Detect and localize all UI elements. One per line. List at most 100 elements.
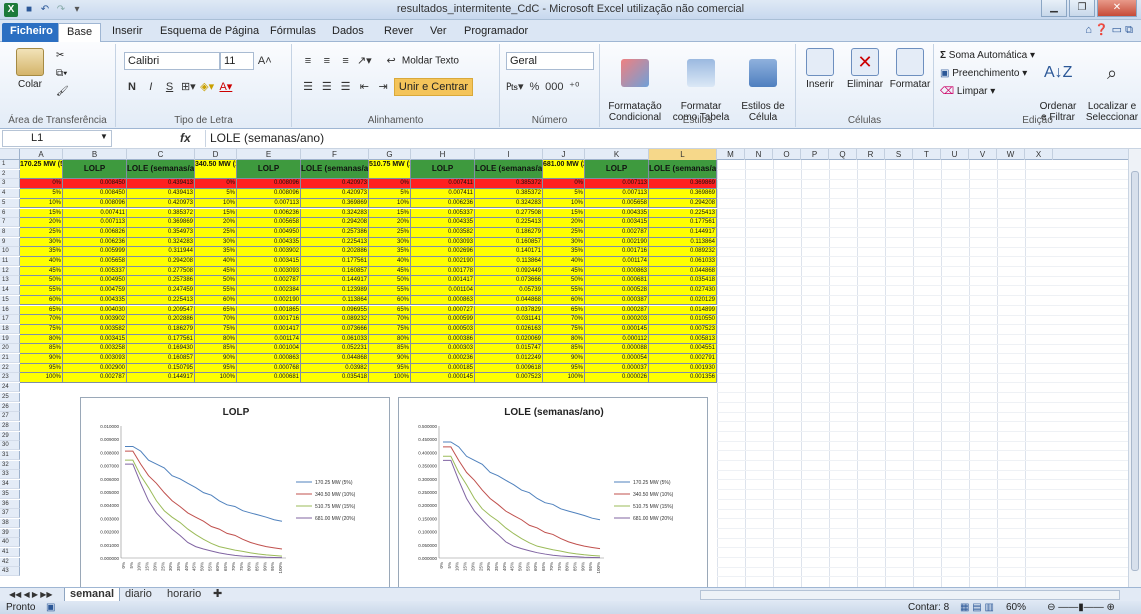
lole-cell[interactable]: 0.044868	[301, 354, 369, 364]
percent-cell[interactable]: 40%	[195, 257, 237, 267]
number-format-select[interactable]: Geral	[506, 52, 594, 70]
help-icon[interactable]: ⌂ ❓ ▭ ⧉	[1085, 23, 1133, 37]
percent-cell[interactable]: 45%	[369, 266, 411, 277]
column-header[interactable]: T	[913, 149, 941, 160]
percent-cell[interactable]: 85%	[369, 344, 411, 354]
lolp-cell[interactable]: 0.002787	[63, 373, 127, 384]
lole-cell[interactable]: 0.035418	[301, 373, 369, 384]
lole-cell[interactable]: 0.177561	[127, 334, 195, 345]
lolp-cell[interactable]: 0.000863	[585, 266, 649, 277]
column-header[interactable]: H	[411, 149, 475, 160]
percent-button[interactable]: %	[526, 78, 542, 96]
row-header[interactable]: 37	[0, 509, 20, 519]
row-header[interactable]: 27	[0, 412, 20, 422]
column-heading[interactable]: 510.75 MW (15%)	[369, 160, 411, 180]
lole-cell[interactable]: 0.05739	[475, 286, 543, 296]
percent-cell[interactable]: 15%	[20, 208, 63, 219]
percent-cell[interactable]: 65%	[195, 305, 237, 316]
percent-cell[interactable]: 95%	[369, 363, 411, 374]
lole-cell[interactable]: 0.089232	[649, 247, 717, 257]
percent-cell[interactable]: 75%	[20, 324, 63, 335]
font-name-select[interactable]: Calibri	[124, 52, 220, 70]
percent-cell[interactable]: 90%	[195, 354, 237, 364]
lole-cell[interactable]: 0.385372	[127, 208, 195, 219]
lolp-cell[interactable]: 0.000863	[237, 354, 301, 364]
lolp-cell[interactable]: 0.006236	[411, 198, 475, 209]
lole-cell[interactable]: 0.202886	[301, 247, 369, 257]
lole-cell[interactable]: 0.073666	[301, 324, 369, 335]
row-header[interactable]: 33	[0, 470, 20, 480]
percent-cell[interactable]: 70%	[20, 315, 63, 325]
column-header[interactable]: G	[369, 149, 411, 160]
lole-cell[interactable]: 0.257386	[127, 276, 195, 287]
fill-button[interactable]: ▣ Preenchimento ▾	[940, 68, 1027, 79]
percent-cell[interactable]: 55%	[195, 286, 237, 296]
lolp-cell[interactable]: 0.001417	[237, 324, 301, 335]
lolp-cell[interactable]: 0.004030	[63, 305, 127, 316]
percent-cell[interactable]: 95%	[543, 363, 585, 374]
lolp-cell[interactable]: 0.000768	[237, 363, 301, 374]
percent-cell[interactable]: 80%	[543, 334, 585, 345]
column-header[interactable]: D	[195, 149, 237, 160]
horizontal-scrollbar[interactable]	[700, 590, 1120, 600]
percent-cell[interactable]: 20%	[543, 218, 585, 228]
percent-cell[interactable]: 35%	[195, 247, 237, 257]
tab-data[interactable]: Dados	[324, 23, 372, 42]
lole-cell[interactable]: 0.177561	[301, 257, 369, 267]
column-header[interactable]: N	[745, 149, 773, 160]
lole-cell[interactable]: 0.225413	[127, 295, 195, 306]
row-header[interactable]: 29	[0, 431, 20, 441]
lole-cell[interactable]: 0.160857	[475, 237, 543, 248]
formula-input[interactable]: LOLE (semanas/ano)	[205, 130, 1131, 147]
lolp-cell[interactable]: 0.000287	[585, 305, 649, 316]
column-heading[interactable]: LOLE (semanas/ano)	[475, 160, 543, 180]
row-header[interactable]: 38	[0, 518, 20, 528]
lolp-cell[interactable]: 0.004335	[63, 295, 127, 306]
lolp-cell[interactable]: 0.000503	[411, 324, 475, 335]
percent-cell[interactable]: 35%	[369, 247, 411, 257]
percent-cell[interactable]: 45%	[20, 266, 63, 277]
format-as-table-button[interactable]: Formatar como Tabela	[670, 48, 732, 123]
percent-cell[interactable]: 70%	[369, 315, 411, 325]
lolp-cell[interactable]: 0.002190	[411, 257, 475, 267]
lole-cell[interactable]: 0.385372	[475, 189, 543, 199]
row-header[interactable]: 22	[0, 363, 20, 373]
lole-cell[interactable]: 0.113864	[301, 295, 369, 306]
lolp-cell[interactable]: 0.003415	[63, 334, 127, 345]
lole-cell[interactable]: 0.061033	[649, 257, 717, 267]
lolp-cell[interactable]: 0.003093	[411, 237, 475, 248]
column-header[interactable]: I	[475, 149, 543, 160]
lole-cell[interactable]: 0.277508	[127, 266, 195, 277]
row-header[interactable]: 3	[0, 179, 20, 189]
zoom-slider[interactable]: ⊖ ——▮—— ⊕	[1036, 601, 1126, 614]
percent-cell[interactable]: 0%	[195, 179, 237, 190]
column-header[interactable]: B	[63, 149, 127, 160]
percent-cell[interactable]: 30%	[20, 237, 63, 248]
row-header[interactable]: 34	[0, 480, 20, 490]
lole-cell[interactable]: 0.061033	[301, 334, 369, 345]
italic-button[interactable]: I	[143, 78, 159, 96]
percent-cell[interactable]: 45%	[195, 266, 237, 277]
lole-cell[interactable]: 0.420973	[301, 179, 369, 190]
column-header[interactable]: R	[857, 149, 885, 160]
column-heading[interactable]: LOLE (semanas/ano)	[127, 160, 195, 180]
column-header[interactable]: S	[885, 149, 913, 160]
percent-cell[interactable]: 60%	[543, 295, 585, 306]
row-header[interactable]: 15	[0, 295, 20, 305]
lolp-cell[interactable]: 0.000185	[411, 363, 475, 374]
lolp-cell[interactable]: 0.008450	[63, 179, 127, 190]
lolp-cell[interactable]: 0.007113	[237, 198, 301, 209]
lole-cell[interactable]: 0.177561	[649, 218, 717, 228]
percent-cell[interactable]: 5%	[20, 189, 63, 199]
row-header[interactable]: 8	[0, 227, 20, 237]
lole-cell[interactable]: 0.004551	[649, 344, 717, 354]
percent-cell[interactable]: 70%	[543, 315, 585, 325]
lolp-cell[interactable]: 0.000088	[585, 344, 649, 354]
lole-cell[interactable]: 0.092449	[475, 266, 543, 277]
percent-cell[interactable]: 30%	[195, 237, 237, 248]
lole-cell[interactable]: 0.324283	[301, 208, 369, 219]
lolp-cell[interactable]: 0.006236	[63, 237, 127, 248]
percent-cell[interactable]: 85%	[195, 344, 237, 354]
row-header[interactable]: 17	[0, 315, 20, 325]
lolp-cell[interactable]: 0.004759	[63, 286, 127, 296]
